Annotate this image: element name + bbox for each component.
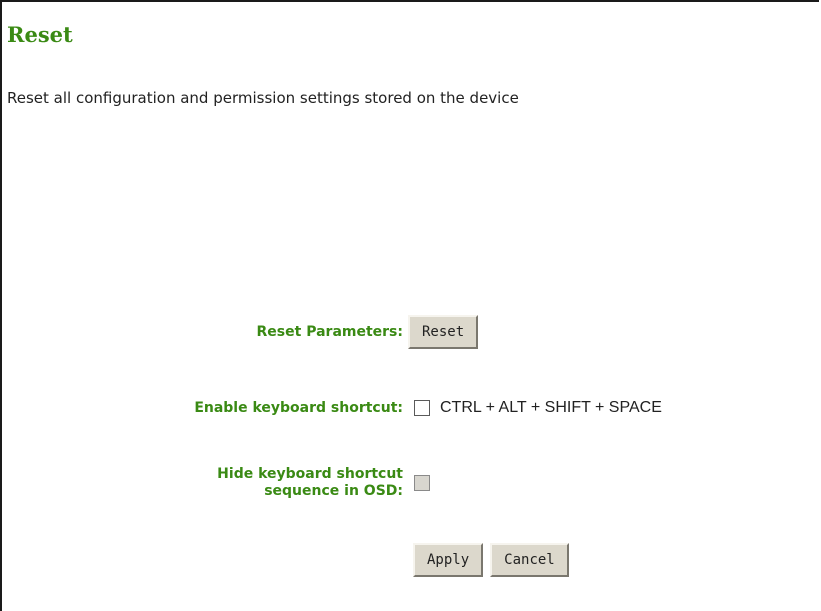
- hide-shortcut-checkbox[interactable]: [414, 475, 430, 491]
- hide-shortcut-label-line1: Hide keyboard shortcut: [217, 466, 403, 482]
- reset-button[interactable]: Reset: [408, 315, 479, 349]
- page-description: Reset all configuration and permission s…: [7, 89, 519, 107]
- page-title: Reset: [7, 22, 73, 47]
- enable-shortcut-checkbox[interactable]: [414, 400, 430, 416]
- hide-shortcut-row: Hide keyboard shortcut sequence in OSD:: [0, 466, 430, 500]
- apply-button[interactable]: Apply: [413, 543, 484, 577]
- reset-parameters-row: Reset Parameters: Reset: [0, 315, 479, 349]
- shortcut-sequence-text: CTRL + ALT + SHIFT + SPACE: [440, 399, 662, 416]
- hide-shortcut-label-line2: sequence in OSD:: [264, 483, 403, 499]
- enable-shortcut-row: Enable keyboard shortcut: CTRL + ALT + S…: [0, 399, 662, 417]
- cancel-button[interactable]: Cancel: [490, 543, 569, 577]
- form-actions: Apply Cancel: [413, 543, 569, 577]
- hide-shortcut-label: Hide keyboard shortcut sequence in OSD:: [0, 466, 408, 500]
- reset-parameters-label: Reset Parameters:: [256, 323, 403, 340]
- enable-shortcut-label: Enable keyboard shortcut:: [194, 399, 403, 416]
